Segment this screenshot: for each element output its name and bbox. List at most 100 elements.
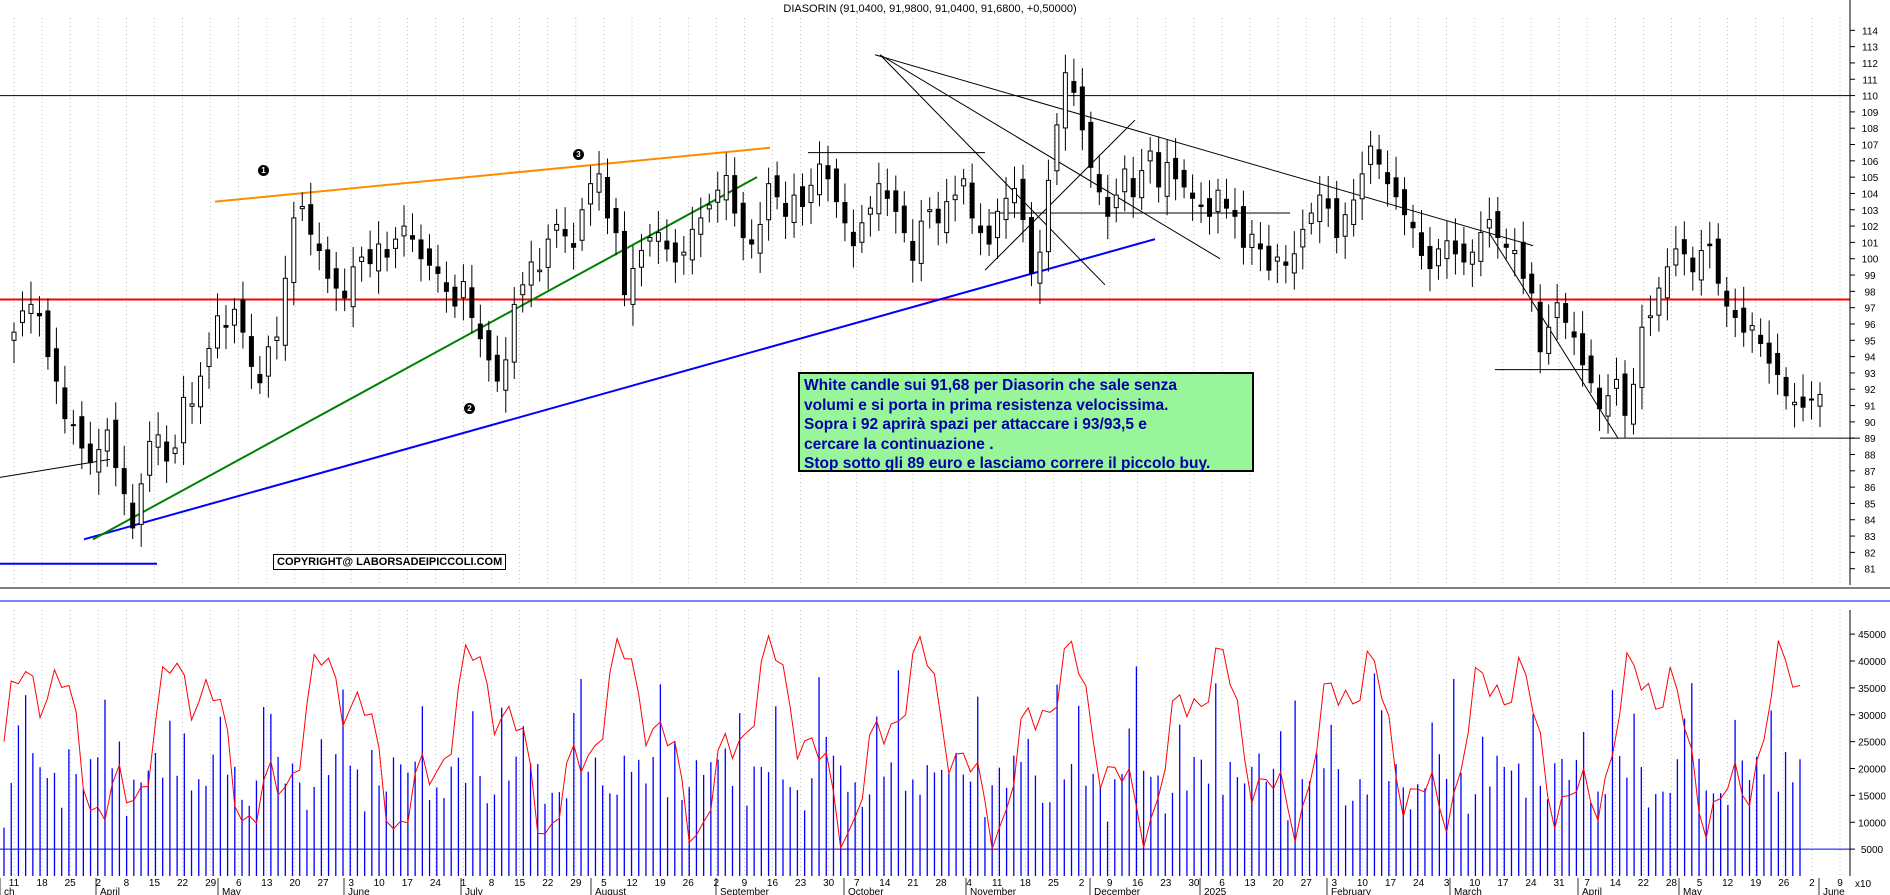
candle-body [1775,352,1781,376]
candle-body [79,416,85,449]
month-label: December [1094,887,1141,895]
candle-body [1402,189,1408,216]
x-tick-label: 10 [374,878,386,889]
price-tick-label: 89 [1864,434,1876,445]
candle-body [36,312,42,317]
candle-body [562,229,568,237]
candle-body [681,251,687,256]
month-label: April [1582,887,1602,895]
candle-body [1266,245,1272,271]
candle-body [1105,196,1111,217]
candle-body [571,243,577,248]
candle-body [1079,86,1085,131]
candle-body [172,447,178,454]
x-tick-label: 29 [205,878,217,889]
candle-body [1385,172,1391,185]
candle-body [1190,192,1196,199]
candle-body [350,266,356,308]
candle-body [274,336,280,341]
candle-body [1003,197,1009,221]
candle-body [282,277,288,346]
candle-body [265,346,271,377]
chart-title: DIASORIN (91,0400, 91,9800, 91,0400, 91,… [783,3,1076,15]
candle-body [1376,149,1382,165]
pivot-marker-1: 1 [258,165,269,176]
candle-body [1614,378,1620,389]
candle-body [850,231,856,247]
price-tick-label: 97 [1864,304,1876,315]
x-tick-label: 12 [1722,878,1734,889]
candle-body [1393,177,1399,198]
candle-body [995,210,1001,239]
x-tick-label: 27 [317,878,329,889]
month-label: 2025 [1204,887,1227,895]
candle-body [1783,376,1789,397]
candle-body [87,443,93,464]
candle-body [1597,387,1603,410]
price-tick-label: 108 [1862,124,1879,135]
candle-body [791,194,797,223]
candle-body [1291,253,1297,274]
price-tick-label: 98 [1864,287,1876,298]
candle-body [240,299,246,333]
x-tick-label: 13 [1244,878,1256,889]
x-tick-label: 29 [570,878,582,889]
volume-tick-label: 40000 [1858,657,1886,668]
candle-body [1554,302,1560,318]
candle-body [1486,219,1492,229]
candle-body [1605,395,1611,417]
price-tick-label: 106 [1862,157,1879,168]
candle-body [1215,189,1221,213]
x-tick-label: 17 [1497,878,1509,889]
x-tick-label: 22 [542,878,554,889]
candle-body [325,249,331,279]
candle-body [1257,243,1263,250]
candle-body [1732,310,1738,318]
candle-body [1469,251,1475,265]
month-label: May [1683,887,1702,895]
candle-body [1529,273,1535,294]
month-label: November [970,887,1017,895]
candle-body [401,225,407,237]
candle-body [842,202,848,224]
candle-body [1580,333,1586,366]
month-label: April [100,887,120,895]
candle-body [1656,287,1662,316]
candle-body [1130,178,1136,198]
candle-body [545,238,551,268]
price-tick-label: 81 [1864,565,1876,576]
candle-body [723,175,729,201]
candle-body [859,222,865,243]
candle-body [1622,373,1628,416]
month-label: October [848,887,884,895]
candle-body [198,375,204,408]
candle-body [1113,194,1119,209]
x-tick-label: 15 [514,878,526,889]
candle-body [978,225,984,234]
candle-body [1122,168,1128,193]
candle-body [333,268,339,289]
candle-body [1156,152,1162,188]
candle-body [1037,251,1043,284]
candle-body [689,228,695,261]
x-tick-label: 25 [65,878,77,889]
x-tick-label: 24 [1525,878,1537,889]
candle-body [96,449,102,473]
x-tick-label: 17 [1385,878,1397,889]
candle-body [1164,161,1170,197]
candle-body [53,348,59,382]
x-tick-label: 18 [37,878,49,889]
candle-body [1639,326,1645,388]
month-label: February [1331,887,1371,895]
x-tick-label: 21 [907,878,919,889]
candle-body [291,217,297,284]
candle-body [113,419,119,469]
candle-body [596,173,602,193]
price-tick-label: 102 [1862,222,1879,233]
candle-body [316,243,322,252]
candle-body [70,424,76,427]
candle-body [460,281,466,299]
candle-body [1359,173,1365,200]
volume-tick-label: 10000 [1858,818,1886,829]
candle-body [1368,145,1374,165]
